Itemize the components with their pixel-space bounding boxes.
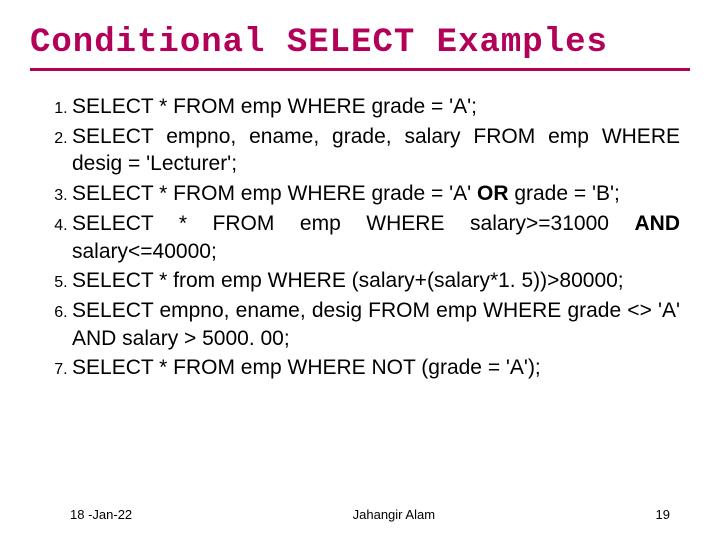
footer-page: 19 bbox=[656, 507, 670, 522]
item-text: SELECT empno, ename, desig FROM emp WHER… bbox=[72, 299, 680, 350]
item-text: SELECT * FROM emp WHERE salary>=31000 bbox=[72, 212, 635, 235]
list-item: SELECT * FROM emp WHERE salary>=31000 AN… bbox=[72, 210, 680, 265]
list-item: SELECT * from emp WHERE (salary+(salary*… bbox=[72, 267, 680, 295]
footer-author: Jahangir Alam bbox=[353, 507, 435, 522]
item-text: salary<=40000; bbox=[72, 240, 217, 263]
item-text: SELECT * FROM emp WHERE grade = 'A'; bbox=[72, 95, 477, 118]
list-item: SELECT empno, ename, grade, salary FROM … bbox=[72, 123, 680, 178]
list-item: SELECT * FROM emp WHERE NOT (grade = 'A'… bbox=[72, 354, 680, 382]
item-text: SELECT * FROM emp WHERE NOT (grade = 'A'… bbox=[72, 356, 541, 379]
item-text: SELECT * from emp WHERE (salary+(salary*… bbox=[72, 269, 624, 292]
item-text: grade = 'B'; bbox=[509, 182, 620, 205]
slide: Conditional SELECT Examples SELECT * FRO… bbox=[0, 0, 720, 540]
keyword-or: OR bbox=[477, 182, 509, 205]
example-list: SELECT * FROM emp WHERE grade = 'A'; SEL… bbox=[44, 93, 690, 382]
item-text: SELECT empno, ename, grade, salary FROM … bbox=[72, 125, 680, 176]
keyword-and: AND bbox=[635, 212, 681, 235]
item-text: SELECT * FROM emp WHERE grade = 'A' bbox=[72, 182, 477, 205]
footer: 18 -Jan-22 Jahangir Alam 19 bbox=[0, 507, 720, 522]
list-item: SELECT * FROM emp WHERE grade = 'A' OR g… bbox=[72, 180, 680, 208]
list-item: SELECT empno, ename, desig FROM emp WHER… bbox=[72, 297, 680, 352]
footer-date: 18 -Jan-22 bbox=[70, 507, 132, 522]
list-item: SELECT * FROM emp WHERE grade = 'A'; bbox=[72, 93, 680, 121]
slide-title: Conditional SELECT Examples bbox=[30, 24, 690, 71]
